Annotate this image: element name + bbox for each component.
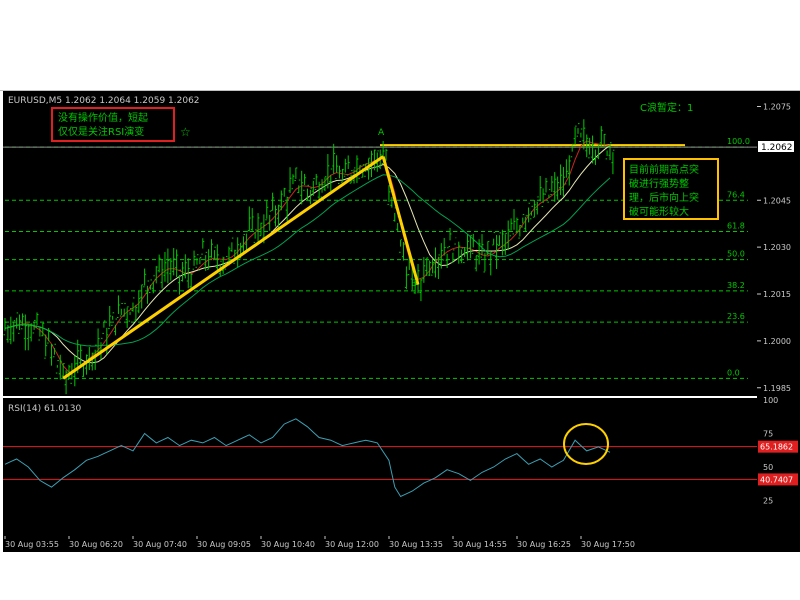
current-price-label: 1.2062 bbox=[761, 143, 793, 153]
fib-level-label: 38.2 bbox=[727, 281, 745, 290]
fib-level-label: 76.4 bbox=[727, 190, 745, 199]
chart-canvas: 100.0 76.4 61.8 50.0 38.2 23.6 0.0 65.1862 40.7… bbox=[3, 91, 800, 552]
time-tick-label: 30 Aug 16:25 bbox=[517, 540, 571, 549]
time-tick-label: 30 Aug 09:05 bbox=[197, 540, 251, 549]
rsi-title: RSI(14) bbox=[8, 404, 41, 414]
rsi-tick-label: 25 bbox=[763, 497, 773, 506]
rsi-tick-label: 75 bbox=[763, 430, 773, 439]
price-tick-label: 1.2030 bbox=[763, 243, 791, 252]
time-tick-label: 30 Aug 14:55 bbox=[453, 540, 507, 549]
rsi-panel bbox=[3, 398, 757, 536]
price-tick-label: 1.2045 bbox=[763, 196, 791, 205]
fib-level-label: 61.8 bbox=[727, 222, 745, 231]
time-tick-label: 30 Aug 13:35 bbox=[389, 540, 443, 549]
time-tick-label: 30 Aug 17:50 bbox=[581, 540, 635, 549]
fib-level-label: 100.0 bbox=[727, 137, 750, 146]
fib-level-label: 23.6 bbox=[727, 312, 745, 321]
time-tick-label: 30 Aug 10:40 bbox=[261, 540, 315, 549]
note-red-line2: 仅仅是关注RSI演变 bbox=[58, 125, 144, 138]
time-tick-label: 30 Aug 12:00 bbox=[325, 540, 379, 549]
time-tick-label: 30 Aug 07:40 bbox=[133, 540, 187, 549]
rsi-level-label: 65.1862 bbox=[760, 443, 793, 452]
rsi-tick-label: 50 bbox=[763, 463, 773, 472]
rsi-tick-label: 100 bbox=[763, 396, 778, 405]
price-tick-label: 1.2015 bbox=[763, 290, 791, 299]
price-tick-label: 1.1985 bbox=[763, 384, 791, 393]
wave-label-a: A bbox=[378, 128, 385, 138]
note-gold-line1: 目前前期高点突 bbox=[629, 163, 699, 176]
price-tick-label: 1.2000 bbox=[763, 337, 791, 346]
time-tick-label: 30 Aug 03:55 bbox=[5, 540, 59, 549]
price-tick-label: 1.2075 bbox=[763, 103, 791, 112]
rsi-header: RSI(14) 61.0130 bbox=[8, 404, 81, 414]
note-gold-line2: 破进行强势整 bbox=[629, 177, 689, 190]
rsi-level-label: 40.7407 bbox=[760, 475, 793, 484]
note-red-line1: 没有操作价值，短起 bbox=[58, 111, 148, 124]
note-gold-line3: 理，后市向上突 bbox=[629, 191, 699, 204]
time-tick-label: 30 Aug 06:20 bbox=[69, 540, 123, 549]
note-gold-line4: 破可能形较大 bbox=[629, 205, 689, 218]
wave-label-b: B bbox=[411, 279, 417, 289]
rsi-value: 61.0130 bbox=[44, 404, 81, 414]
star-icon: ☆ bbox=[180, 125, 191, 139]
fib-level-label: 0.0 bbox=[727, 368, 740, 377]
symbol-header: EURUSD,M5 1.2062 1.2064 1.2059 1.2062 bbox=[8, 96, 200, 106]
fib-level-label: 50.0 bbox=[727, 250, 745, 259]
wave-note: C浪暂定：1 bbox=[640, 101, 693, 114]
